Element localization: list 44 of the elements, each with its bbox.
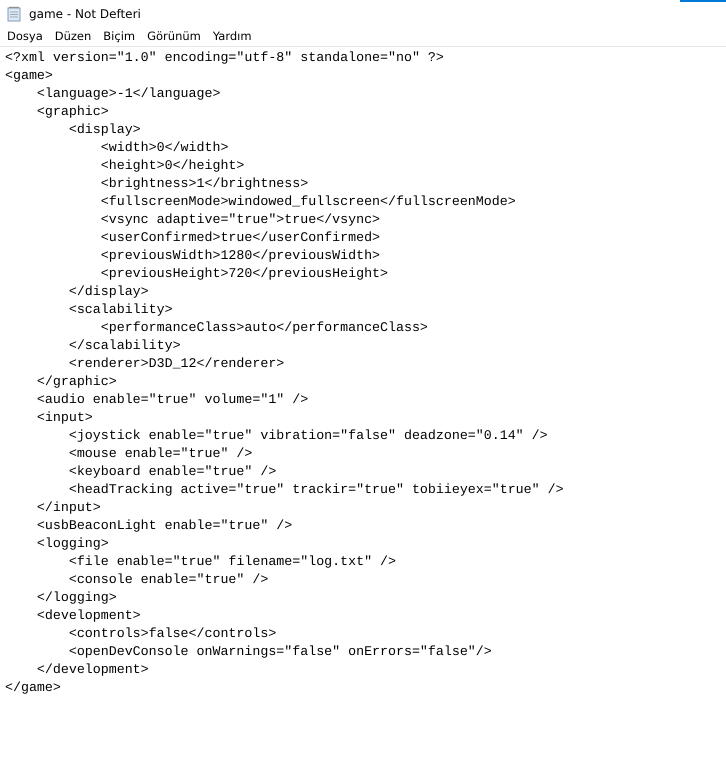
code-line: <performanceClass>auto</performanceClass> [100, 319, 428, 337]
code-line: </scalability> [68, 337, 181, 355]
code-line: <width>0</width> [100, 139, 228, 157]
code-line: <previousHeight>720</previousHeight> [100, 265, 388, 283]
code-line: <vsync adaptive="true">true</vsync> [100, 211, 380, 229]
code-line: <audio enable="true" volume="1" /> [36, 391, 308, 409]
menu-item[interactable]: Görünüm [141, 29, 207, 43]
code-line: <?xml version="1.0" encoding="utf-8" standalone="no" ?> [5, 49, 444, 67]
code-line: <mouse enable="true" /> [68, 445, 252, 463]
code-line: <brightness>1</brightness> [100, 175, 308, 193]
code-line: </game> [5, 679, 61, 697]
code-line: <development> [36, 607, 141, 625]
code-line: <fullscreenMode>windowed_fullscreen</fullscreenMode> [100, 193, 516, 211]
code-line: <joystick enable="true" vibration="false" deadzone="0.14" /> [68, 427, 548, 445]
code-line: </logging> [36, 589, 117, 607]
notepad-icon [6, 6, 22, 22]
code-line: </graphic> [36, 373, 117, 391]
code-line: <previousWidth>1280</previousWidth> [100, 247, 380, 265]
code-line: <usbBeaconLight enable="true" /> [36, 517, 292, 535]
menu-item[interactable]: Biçim [97, 29, 142, 43]
code-line: <console enable="true" /> [68, 571, 268, 589]
code-line: </development> [36, 661, 149, 679]
code-line: <logging> [36, 535, 109, 553]
code-line: <userConfirmed>true</userConfirmed> [100, 229, 380, 247]
code-line: <scalability> [68, 301, 173, 319]
code-line: <height>0</height> [100, 157, 244, 175]
code-line: <language>-1</language> [36, 85, 220, 103]
code-line: </input> [36, 499, 101, 517]
accent-bar [680, 0, 726, 2]
code-line: <controls>false</controls> [68, 625, 276, 643]
code-line: </display> [68, 283, 149, 301]
code-line: <input> [36, 409, 93, 427]
menu-item[interactable]: Düzen [48, 29, 98, 43]
code-line: <headTracking active="true" trackir="true" tobiieyex="true" /> [68, 481, 564, 499]
code-line: <game> [5, 67, 53, 85]
code-line: <keyboard enable="true" /> [68, 463, 276, 481]
menu-item[interactable]: Dosya [1, 29, 49, 43]
window-title: game - Not Defteri [29, 6, 141, 20]
code-line: <openDevConsole onWarnings="false" onErrors="false"/> [68, 643, 492, 661]
menu-item[interactable]: Yardım [206, 29, 258, 43]
code-line: <file enable="true" filename="log.txt" /> [68, 553, 396, 571]
code-line: <graphic> [36, 103, 109, 121]
code-line: <renderer>D3D_12</renderer> [68, 355, 284, 373]
code-line: <display> [68, 121, 141, 139]
